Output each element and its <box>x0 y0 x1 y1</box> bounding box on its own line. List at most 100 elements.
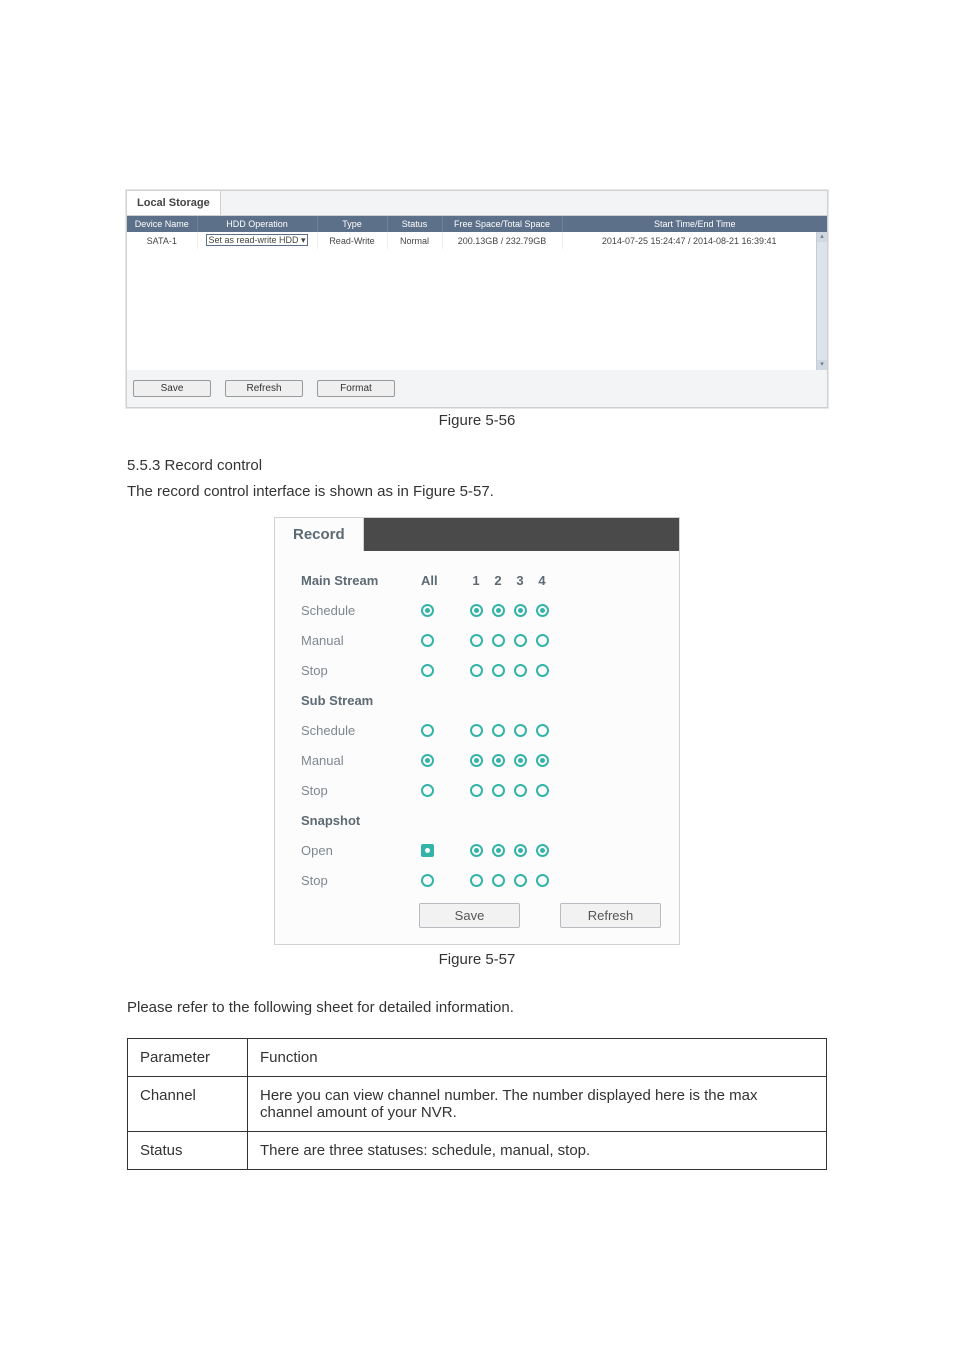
record-header: Record <box>275 518 679 551</box>
gloss-row-channel: Channel Here you can view channel number… <box>128 1076 827 1131</box>
storage-tabs: Local Storage <box>127 191 827 216</box>
gloss-h-parameter: Parameter <box>128 1038 248 1076</box>
snap-open-all-radio[interactable] <box>421 844 434 857</box>
gloss-func-channel: Here you can view channel number. The nu… <box>248 1076 827 1131</box>
snapshot-label: Snapshot <box>301 813 419 828</box>
main-manual-4-radio[interactable] <box>536 634 549 647</box>
sub-schedule-all-radio[interactable] <box>421 724 434 737</box>
sub-stop-4-radio[interactable] <box>536 784 549 797</box>
tab-local-storage[interactable]: Local Storage <box>127 191 221 215</box>
main-manual-2-radio[interactable] <box>492 634 505 647</box>
hdd-operation-select[interactable]: Set as read-write HDD ▾ <box>206 234 307 246</box>
gloss-param-channel: Channel <box>128 1076 248 1131</box>
figure-caption-2: Figure 5-57 <box>127 951 827 968</box>
sub-schedule-4-radio[interactable] <box>536 724 549 737</box>
col-start-end-time: Start Time/End Time <box>562 216 827 232</box>
sub-schedule-3-radio[interactable] <box>514 724 527 737</box>
col-device-name: Device Name <box>127 216 197 232</box>
snap-stop-all-radio[interactable] <box>421 874 434 887</box>
snap-open-2-radio[interactable] <box>492 844 505 857</box>
figure-caption-1: Figure 5-56 <box>127 412 827 429</box>
scroll-up-icon[interactable]: ▴ <box>817 232 827 242</box>
gloss-intro: Please refer to the following sheet for … <box>127 996 827 1019</box>
format-button[interactable]: Format <box>317 380 395 397</box>
sub-stop-1-radio[interactable] <box>470 784 483 797</box>
cell-time: 2014-07-25 15:24:47 / 2014-08-21 16:39:4… <box>562 232 816 249</box>
col-status: Status <box>387 216 442 232</box>
col-4: 4 <box>531 573 553 588</box>
snap-open-3-radio[interactable] <box>514 844 527 857</box>
glossary-table: Parameter Function Channel Here you can … <box>127 1038 827 1170</box>
gloss-func-status: There are three statuses: schedule, manu… <box>248 1131 827 1169</box>
snap-stop-2-radio[interactable] <box>492 874 505 887</box>
cell-status: Normal <box>387 232 442 249</box>
section-body: The record control interface is shown as… <box>127 480 827 503</box>
main-manual-3-radio[interactable] <box>514 634 527 647</box>
storage-button-row: Save Refresh Format <box>127 370 827 407</box>
sub-manual-2-radio[interactable] <box>492 754 505 767</box>
gloss-row-status: Status There are three statuses: schedul… <box>128 1131 827 1169</box>
storage-header-row: Device Name HDD Operation Type Status Fr… <box>127 216 827 232</box>
record-refresh-button[interactable]: Refresh <box>560 903 661 928</box>
cell-type: Read-Write <box>317 232 387 249</box>
main-schedule-2-radio[interactable] <box>492 604 505 617</box>
snap-stop-3-radio[interactable] <box>514 874 527 887</box>
scrollbar[interactable]: ▴ ▾ <box>816 232 827 370</box>
main-manual-all-radio[interactable] <box>421 634 434 647</box>
main-schedule-1-radio[interactable] <box>470 604 483 617</box>
main-stop-3-radio[interactable] <box>514 664 527 677</box>
refresh-button[interactable]: Refresh <box>225 380 303 397</box>
sub-stop-all-radio[interactable] <box>421 784 434 797</box>
sub-stop-3-radio[interactable] <box>514 784 527 797</box>
sub-schedule-1-radio[interactable] <box>470 724 483 737</box>
main-stop-4-radio[interactable] <box>536 664 549 677</box>
sub-manual-4-radio[interactable] <box>536 754 549 767</box>
main-stop-all-radio[interactable] <box>421 664 434 677</box>
main-schedule-4-radio[interactable] <box>536 604 549 617</box>
cell-space: 200.13GB / 232.79GB <box>442 232 562 249</box>
gloss-header-row: Parameter Function <box>128 1038 827 1076</box>
col-hdd-operation: HDD Operation <box>197 216 317 232</box>
sub-stop-2-radio[interactable] <box>492 784 505 797</box>
snap-open-4-radio[interactable] <box>536 844 549 857</box>
record-header-fill <box>364 518 679 551</box>
main-manual-1-radio[interactable] <box>470 634 483 647</box>
col-1: 1 <box>465 573 487 588</box>
main-schedule-label: Schedule <box>301 603 419 618</box>
gloss-h-function: Function <box>248 1038 827 1076</box>
sub-manual-3-radio[interactable] <box>514 754 527 767</box>
record-save-button[interactable]: Save <box>419 903 520 928</box>
storage-row[interactable]: SATA-1 Set as read-write HDD ▾ Read-Writ… <box>127 232 816 249</box>
main-stream-label: Main Stream <box>301 573 419 588</box>
sub-stream-label: Sub Stream <box>301 693 419 708</box>
storage-table: Device Name HDD Operation Type Status Fr… <box>127 216 827 232</box>
main-stop-label: Stop <box>301 663 419 678</box>
main-stop-1-radio[interactable] <box>470 664 483 677</box>
snap-stop-4-radio[interactable] <box>536 874 549 887</box>
sub-manual-1-radio[interactable] <box>470 754 483 767</box>
local-storage-panel: Local Storage Device Name HDD Operation … <box>126 190 828 408</box>
snap-open-1-radio[interactable] <box>470 844 483 857</box>
save-button[interactable]: Save <box>133 380 211 397</box>
main-schedule-all-radio[interactable] <box>421 604 434 617</box>
cell-hdd-operation: Set as read-write HDD ▾ <box>197 232 317 249</box>
col-3: 3 <box>509 573 531 588</box>
snap-open-label: Open <box>301 843 419 858</box>
gloss-param-status: Status <box>128 1131 248 1169</box>
col-2: 2 <box>487 573 509 588</box>
sub-manual-all-radio[interactable] <box>421 754 434 767</box>
main-stop-2-radio[interactable] <box>492 664 505 677</box>
main-schedule-3-radio[interactable] <box>514 604 527 617</box>
snap-stop-1-radio[interactable] <box>470 874 483 887</box>
cell-device-name: SATA-1 <box>127 232 197 249</box>
snap-stop-label: Stop <box>301 873 419 888</box>
sub-schedule-2-radio[interactable] <box>492 724 505 737</box>
main-manual-label: Manual <box>301 633 419 648</box>
tab-record[interactable]: Record <box>275 518 364 551</box>
col-all: All <box>419 573 455 588</box>
col-free-total-space: Free Space/Total Space <box>442 216 562 232</box>
col-type: Type <box>317 216 387 232</box>
sub-schedule-label: Schedule <box>301 723 419 738</box>
scroll-down-icon[interactable]: ▾ <box>817 360 827 370</box>
chevron-down-icon: ▾ <box>301 235 306 245</box>
